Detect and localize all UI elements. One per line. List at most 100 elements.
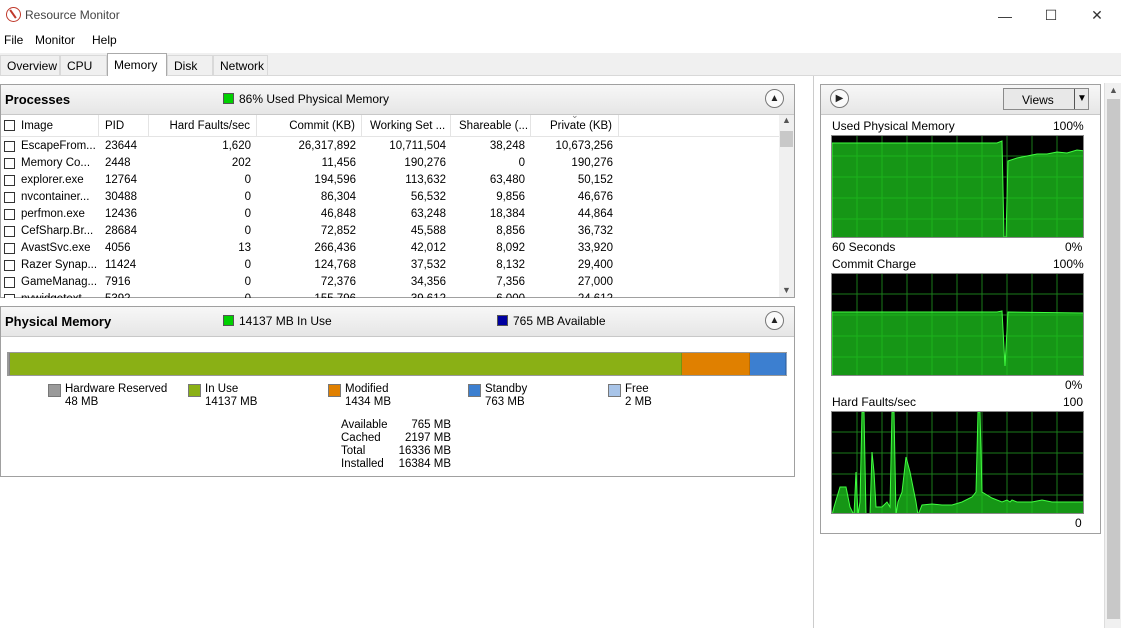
table-row[interactable]: Razer Synap... 11424 0 124,768 37,532 8,132 29… [1,257,779,274]
cell-hard-faults: 0 [244,259,251,271]
used-physical-memory-chart [832,136,1083,237]
menu-help[interactable]: Help [92,33,117,47]
cell-working-set: 37,532 [410,259,446,271]
graph2-min: 0% [1065,378,1083,392]
hard-faults-graph [831,411,1084,514]
cell-image: EscapeFrom... [21,140,96,152]
row-checkbox[interactable] [4,158,15,169]
scroll-down-icon[interactable]: ▼ [782,285,791,295]
table-row[interactable]: nvcontainer... 30488 0 86,304 56,532 9,856 46,… [1,189,779,206]
cell-image: explorer.exe [21,174,84,186]
row-checkbox[interactable] [4,192,15,203]
table-row[interactable]: explorer.exe 12764 0 194,596 113,632 63,480 50… [1,172,779,189]
collapse-processes-button[interactable]: ▲ [765,89,784,108]
cell-shareable: 38,248 [489,140,525,152]
menu-file[interactable]: File [4,33,23,47]
available-status: 765 MB Available [513,314,606,328]
memory-bar-in-use [10,353,682,375]
close-icon: ✕ [1091,7,1103,23]
maximize-icon: ☐ [1044,7,1058,23]
tab-memory[interactable]: Memory [107,53,167,76]
tab-overview[interactable]: Overview [0,55,60,75]
col-image[interactable]: Image [21,115,99,137]
minimize-button[interactable]: — [982,0,1028,31]
cell-private: 27,000 [577,276,613,288]
scroll-thumb[interactable] [1107,99,1120,619]
scroll-up-icon[interactable]: ▲ [782,115,791,125]
processes-scrollbar[interactable]: ▲ ▼ [779,115,794,297]
maximize-button[interactable]: ☐ [1028,0,1074,31]
physical-memory-title: Physical Memory [5,314,112,329]
row-checkbox[interactable] [4,141,15,152]
memory-usage-bar [7,352,787,376]
table-row[interactable]: perfmon.exe 12436 0 46,848 63,248 18,384 44,86… [1,206,779,223]
col-working-set[interactable]: Working Set ... [366,115,451,137]
processes-header[interactable]: Processes 86% Used Physical Memory ▲ [1,85,794,115]
col-pid[interactable]: PID [105,115,149,137]
cell-working-set: 113,632 [405,174,446,186]
row-checkbox[interactable] [4,277,15,288]
table-row[interactable]: CefSharp.Br... 28684 0 72,852 45,588 8,856 36,… [1,223,779,240]
cell-working-set: 39,612 [357,291,446,298]
table-row[interactable]: Memory Co... 2448 202 11,456 190,276 0 190,276 [1,155,779,172]
cell-shareable: 18,384 [489,208,525,220]
stat-value: 765 MB [411,419,451,431]
physical-memory-header[interactable]: Physical Memory 14137 MB In Use 765 MB A… [1,307,794,337]
memory-stats: Available 765 MB Cached 2197 MB Total 16336 M… [341,419,461,475]
stat-label: Cached [341,432,381,444]
tab-cpu[interactable]: CPU [60,55,107,75]
col-shareable[interactable]: Shareable (... [455,115,531,137]
legend-swatch [48,384,61,397]
cell-shareable: 8,132 [496,259,525,271]
close-button[interactable]: ✕ [1074,0,1120,31]
col-hard-faults[interactable]: Hard Faults/sec [149,115,257,137]
stat-value: 16336 MB [398,445,451,457]
scroll-up-icon[interactable]: ▲ [1109,85,1118,95]
cell-pid: 12764 [105,174,137,186]
row-checkbox[interactable] [4,226,15,237]
legend-swatch [188,384,201,397]
table-row[interactable]: EscapeFrom... 23644 1,620 26,317,892 10,711,… [1,138,779,155]
cell-hard-faults: 0 [149,291,251,298]
row-checkbox[interactable] [4,294,15,298]
row-checkbox[interactable] [4,209,15,220]
minimize-icon: — [998,7,1012,24]
legend-swatch [328,384,341,397]
views-dropdown[interactable]: Views ▼ [1003,88,1089,110]
cell-hard-faults: 1,620 [222,140,251,152]
graph1-timespan: 60 Seconds [832,240,896,254]
legend-swatch [468,384,481,397]
graph1-max: 100% [1053,119,1084,133]
cell-pid: 4056 [105,242,131,254]
right-pane-scrollbar[interactable]: ▲ [1104,83,1121,628]
sort-arrow-icon: ⌄ [571,110,579,120]
legend-value: 1434 MB [345,396,392,408]
row-checkbox[interactable] [4,175,15,186]
graphs-panel: ▶ Views ▼ Used Physical Memory 100% 60 S… [820,84,1101,534]
col-commit[interactable]: Commit (KB) [257,115,362,137]
menu-monitor[interactable]: Monitor [35,33,75,47]
used-memory-swatch [223,93,234,104]
legend-value: 2 MB [625,396,652,408]
hard-faults-chart [832,412,1083,513]
cell-hard-faults: 0 [244,276,251,288]
cell-private: 29,400 [577,259,613,271]
cell-image: perfmon.exe [21,208,85,220]
table-row[interactable]: AvastSvc.exe 4056 13 266,436 42,012 8,092 33,9… [1,240,779,257]
cell-working-set: 45,588 [410,225,446,237]
row-checkbox[interactable] [4,260,15,271]
views-separator [1074,89,1075,109]
collapse-right-pane-button[interactable]: ▶ [830,89,849,108]
tab-disk[interactable]: Disk [167,55,213,75]
scroll-thumb[interactable] [780,131,793,147]
processes-title: Processes [5,92,71,107]
collapse-physical-memory-button[interactable]: ▲ [765,311,784,330]
select-all-checkbox[interactable] [4,120,15,131]
table-row[interactable]: nvwidgetext...53920 155,79639,612 6,000 24,… [1,291,779,298]
table-row[interactable]: GameManag... 7916 0 72,376 34,356 7,356 27,000 [1,274,779,291]
pane-divider[interactable] [813,76,814,628]
row-checkbox[interactable] [4,243,15,254]
tab-network[interactable]: Network [213,55,268,75]
legend-label: In Use [205,383,239,395]
cell-private: 36,732 [577,225,613,237]
